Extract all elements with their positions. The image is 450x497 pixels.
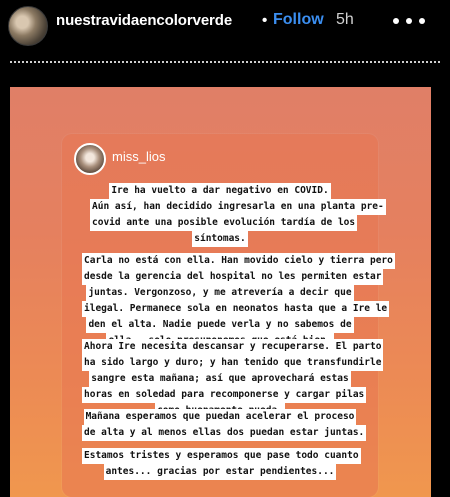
text-line: antes... gracias por estar pendientes... — [103, 464, 337, 480]
text-block-4: Mañana esperamos que puedan acelerar el … — [82, 409, 367, 441]
text-block-2: Carla no está con ella. Han movido cielo… — [82, 253, 395, 349]
follow-button[interactable]: Follow — [273, 11, 324, 29]
text-line: Ahora Ire necesita descansar y recuperar… — [82, 339, 384, 355]
text-line: sangre esta mañana; así que aprovechará … — [89, 371, 351, 387]
text-line: covid ante una posible evolución tardía … — [90, 215, 358, 231]
text-line: Carla no está con ella. Han movido cielo… — [82, 253, 395, 269]
separator-dot: • — [262, 12, 268, 29]
card-username[interactable]: miss_lios — [112, 149, 165, 164]
text-line: horas en soledad para recomponerse y car… — [82, 387, 367, 403]
text-line: desde la gerencia del hospital no les pe… — [82, 269, 384, 285]
text-line: Mañana esperamos que puedan acelerar el … — [83, 409, 357, 425]
text-line: juntas. Vergonzoso, y me atrevería a dec… — [86, 285, 354, 301]
text-line: síntomas. — [192, 231, 248, 247]
card-avatar[interactable] — [74, 143, 106, 175]
text-line: ilegal. Permanece sola en neonatos hasta… — [82, 301, 390, 317]
text-line: Ire ha vuelto a dar negativo en COVID. — [109, 183, 331, 199]
post-timestamp: 5h — [336, 11, 354, 28]
text-line: ha sido largo y duro; y han tenido que t… — [82, 355, 384, 371]
text-line: Aún así, han decidido ingresarla en una … — [90, 199, 386, 215]
text-block-3: Ahora Ire necesita descansar y recuperar… — [82, 339, 384, 419]
more-horizontal-icon[interactable] — [391, 12, 427, 28]
text-block-5: Estamos tristes y esperamos que pase tod… — [82, 448, 361, 480]
text-line: Estamos tristes y esperamos que pase tod… — [82, 448, 361, 464]
profile-avatar[interactable] — [8, 6, 48, 46]
text-block-1: Ire ha vuelto a dar negativo en COVID. A… — [90, 183, 386, 247]
text-line: den el alta. Nadie puede verla y no sabe… — [86, 317, 354, 333]
story-progress-bar — [10, 61, 440, 66]
text-line: de alta y al menos ellas dos puedan esta… — [82, 425, 367, 441]
story-header: nuestravidaencolorverde • Follow 5h — [0, 0, 450, 58]
account-username[interactable]: nuestravidaencolorverde — [56, 12, 232, 29]
